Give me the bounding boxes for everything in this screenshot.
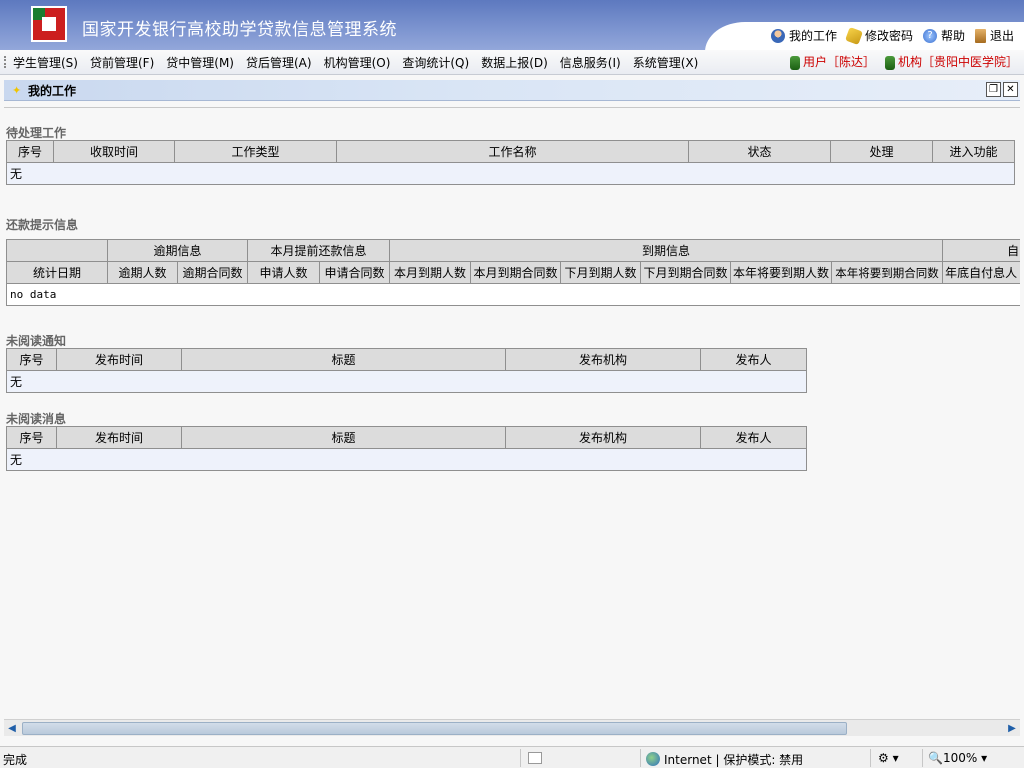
menu-report[interactable]: 数据上报(D) — [481, 54, 548, 71]
pending-title: 待处理工作 — [6, 126, 67, 140]
col-apply-contracts[interactable]: 申请合同数 — [319, 261, 391, 284]
col-year-end-self-pay[interactable]: 年底自付息人 — [942, 261, 1020, 284]
status-text: 完成 — [3, 753, 28, 767]
table-row-empty: 无 — [6, 162, 1015, 185]
zoom-control[interactable]: 🔍100% ▾ — [928, 751, 987, 765]
logout-link[interactable]: 退出 — [974, 27, 1014, 44]
restore-icon[interactable]: ❐ — [986, 82, 1001, 97]
table-row-empty: 无 — [6, 448, 807, 471]
col-stat-date[interactable]: 统计日期 — [6, 261, 108, 284]
menu-in-loan[interactable]: 贷中管理(M) — [166, 54, 234, 71]
col-seq[interactable]: 序号 — [6, 140, 54, 163]
panel-title: 我的工作 — [28, 84, 77, 98]
col-publisher[interactable]: 发布人 — [700, 426, 807, 449]
col-handle[interactable]: 处理 — [830, 140, 933, 163]
app-title: 国家开发银行高校助学贷款信息管理系统 — [82, 20, 397, 40]
star-icon: ✦ — [12, 84, 22, 97]
panel-header: ✦ 我的工作 ❐ ✕ — [4, 80, 1020, 101]
col-title[interactable]: 标题 — [181, 348, 506, 371]
col-publish-time[interactable]: 发布时间 — [56, 426, 182, 449]
bank-logo — [31, 6, 67, 42]
menu-post-loan[interactable]: 贷后管理(A) — [246, 54, 312, 71]
menu-pre-loan[interactable]: 贷前管理(F) — [90, 54, 154, 71]
col-publisher[interactable]: 发布人 — [700, 348, 807, 371]
col-year-due-contracts[interactable]: 本年将要到期合同数 — [831, 261, 944, 284]
horizontal-scrollbar[interactable]: ◀ ▶ — [4, 719, 1020, 736]
exit-icon — [974, 28, 986, 43]
my-work-link[interactable]: 我的工作 — [770, 27, 837, 44]
unread-msg-table: 序号 发布时间 标题 发布机构 发布人 无 — [6, 426, 807, 471]
help-link[interactable]: ? 帮助 — [922, 27, 965, 44]
col-month-due-contracts[interactable]: 本月到期合同数 — [470, 261, 562, 284]
group-due: 到期信息 — [389, 239, 944, 262]
help-icon: ? — [922, 28, 937, 43]
col-work-type[interactable]: 工作类型 — [174, 140, 337, 163]
col-seq[interactable]: 序号 — [6, 348, 57, 371]
scroll-right-icon[interactable]: ▶ — [1005, 722, 1019, 735]
col-seq[interactable]: 序号 — [6, 426, 57, 449]
scroll-thumb[interactable] — [22, 722, 847, 735]
unread-notice-title: 未阅读通知 — [6, 334, 67, 348]
menu-student[interactable]: 学生管理(S) — [13, 54, 78, 71]
user-icon — [770, 28, 785, 43]
group-self-pay: 自 — [942, 239, 1020, 262]
protected-mode-icon[interactable]: ⚙ ▾ — [878, 751, 899, 765]
table-row-empty: no data — [6, 283, 1020, 306]
repay-title: 还款提示信息 — [6, 218, 79, 232]
unread-notice-table: 序号 发布时间 标题 发布机构 发布人 无 — [6, 348, 807, 393]
col-status[interactable]: 状态 — [688, 140, 831, 163]
current-org: 机构［贵阳中医学院］ — [884, 53, 1018, 70]
menu-grip — [4, 56, 6, 68]
menu-info[interactable]: 信息服务(I) — [560, 54, 621, 71]
menu-system[interactable]: 系统管理(X) — [633, 54, 699, 71]
table-row-empty: 无 — [6, 370, 807, 393]
repay-table: 逾期信息 本月提前还款信息 到期信息 自 统计日期 逾期人数 逾期合同数 申请人… — [6, 239, 1020, 306]
col-overdue-contracts[interactable]: 逾期合同数 — [176, 261, 249, 284]
org-icon — [884, 55, 895, 70]
pen-icon — [844, 26, 863, 45]
col-overdue-count[interactable]: 逾期人数 — [107, 261, 178, 284]
col-receive-time[interactable]: 收取时间 — [53, 140, 175, 163]
col-enter-function[interactable]: 进入功能 — [932, 140, 1015, 163]
app-header: 国家开发银行高校助学贷款信息管理系统 我的工作 修改密码 ? 帮助 退出 — [0, 0, 1024, 50]
globe-icon — [646, 752, 660, 766]
unread-msg-title: 未阅读消息 — [6, 412, 67, 426]
col-month-due-count[interactable]: 本月到期人数 — [389, 261, 472, 284]
menu-org[interactable]: 机构管理(O) — [324, 54, 391, 71]
status-bar: 完成 Internet | 保护模式: 禁用 ⚙ ▾ 🔍100% ▾ — [0, 746, 1024, 768]
col-year-due-count[interactable]: 本年将要到期人数 — [730, 261, 833, 284]
menu-bar: 学生管理(S) 贷前管理(F) 贷中管理(M) 贷后管理(A) 机构管理(O) … — [0, 50, 1024, 75]
col-title[interactable]: 标题 — [181, 426, 506, 449]
col-next-month-due-count[interactable]: 下月到期人数 — [560, 261, 642, 284]
menu-query[interactable]: 查询统计(Q) — [402, 54, 469, 71]
group-overdue: 逾期信息 — [106, 239, 249, 262]
top-links: 我的工作 修改密码 ? 帮助 退出 — [770, 26, 1014, 45]
col-apply-count[interactable]: 申请人数 — [247, 261, 321, 284]
col-publish-org[interactable]: 发布机构 — [505, 348, 701, 371]
col-publish-time[interactable]: 发布时间 — [56, 348, 182, 371]
col-publish-org[interactable]: 发布机构 — [505, 426, 701, 449]
close-icon[interactable]: ✕ — [1003, 82, 1018, 97]
security-zone: Internet | 保护模式: 禁用 — [646, 751, 803, 768]
page-icon — [528, 752, 542, 764]
repay-table-wrap: 逾期信息 本月提前还款信息 到期信息 自 统计日期 逾期人数 逾期合同数 申请人… — [6, 239, 1020, 315]
change-password-link[interactable]: 修改密码 — [844, 26, 913, 45]
group-early-repay: 本月提前还款信息 — [247, 239, 391, 262]
pending-table: 序号 收取时间 工作类型 工作名称 状态 处理 进入功能 无 — [6, 140, 1015, 185]
user-icon — [789, 55, 800, 70]
current-user: 用户［陈达］ — [789, 53, 875, 70]
scroll-left-icon[interactable]: ◀ — [5, 722, 19, 735]
col-work-name[interactable]: 工作名称 — [336, 140, 689, 163]
col-next-month-due-contracts[interactable]: 下月到期合同数 — [640, 261, 732, 284]
